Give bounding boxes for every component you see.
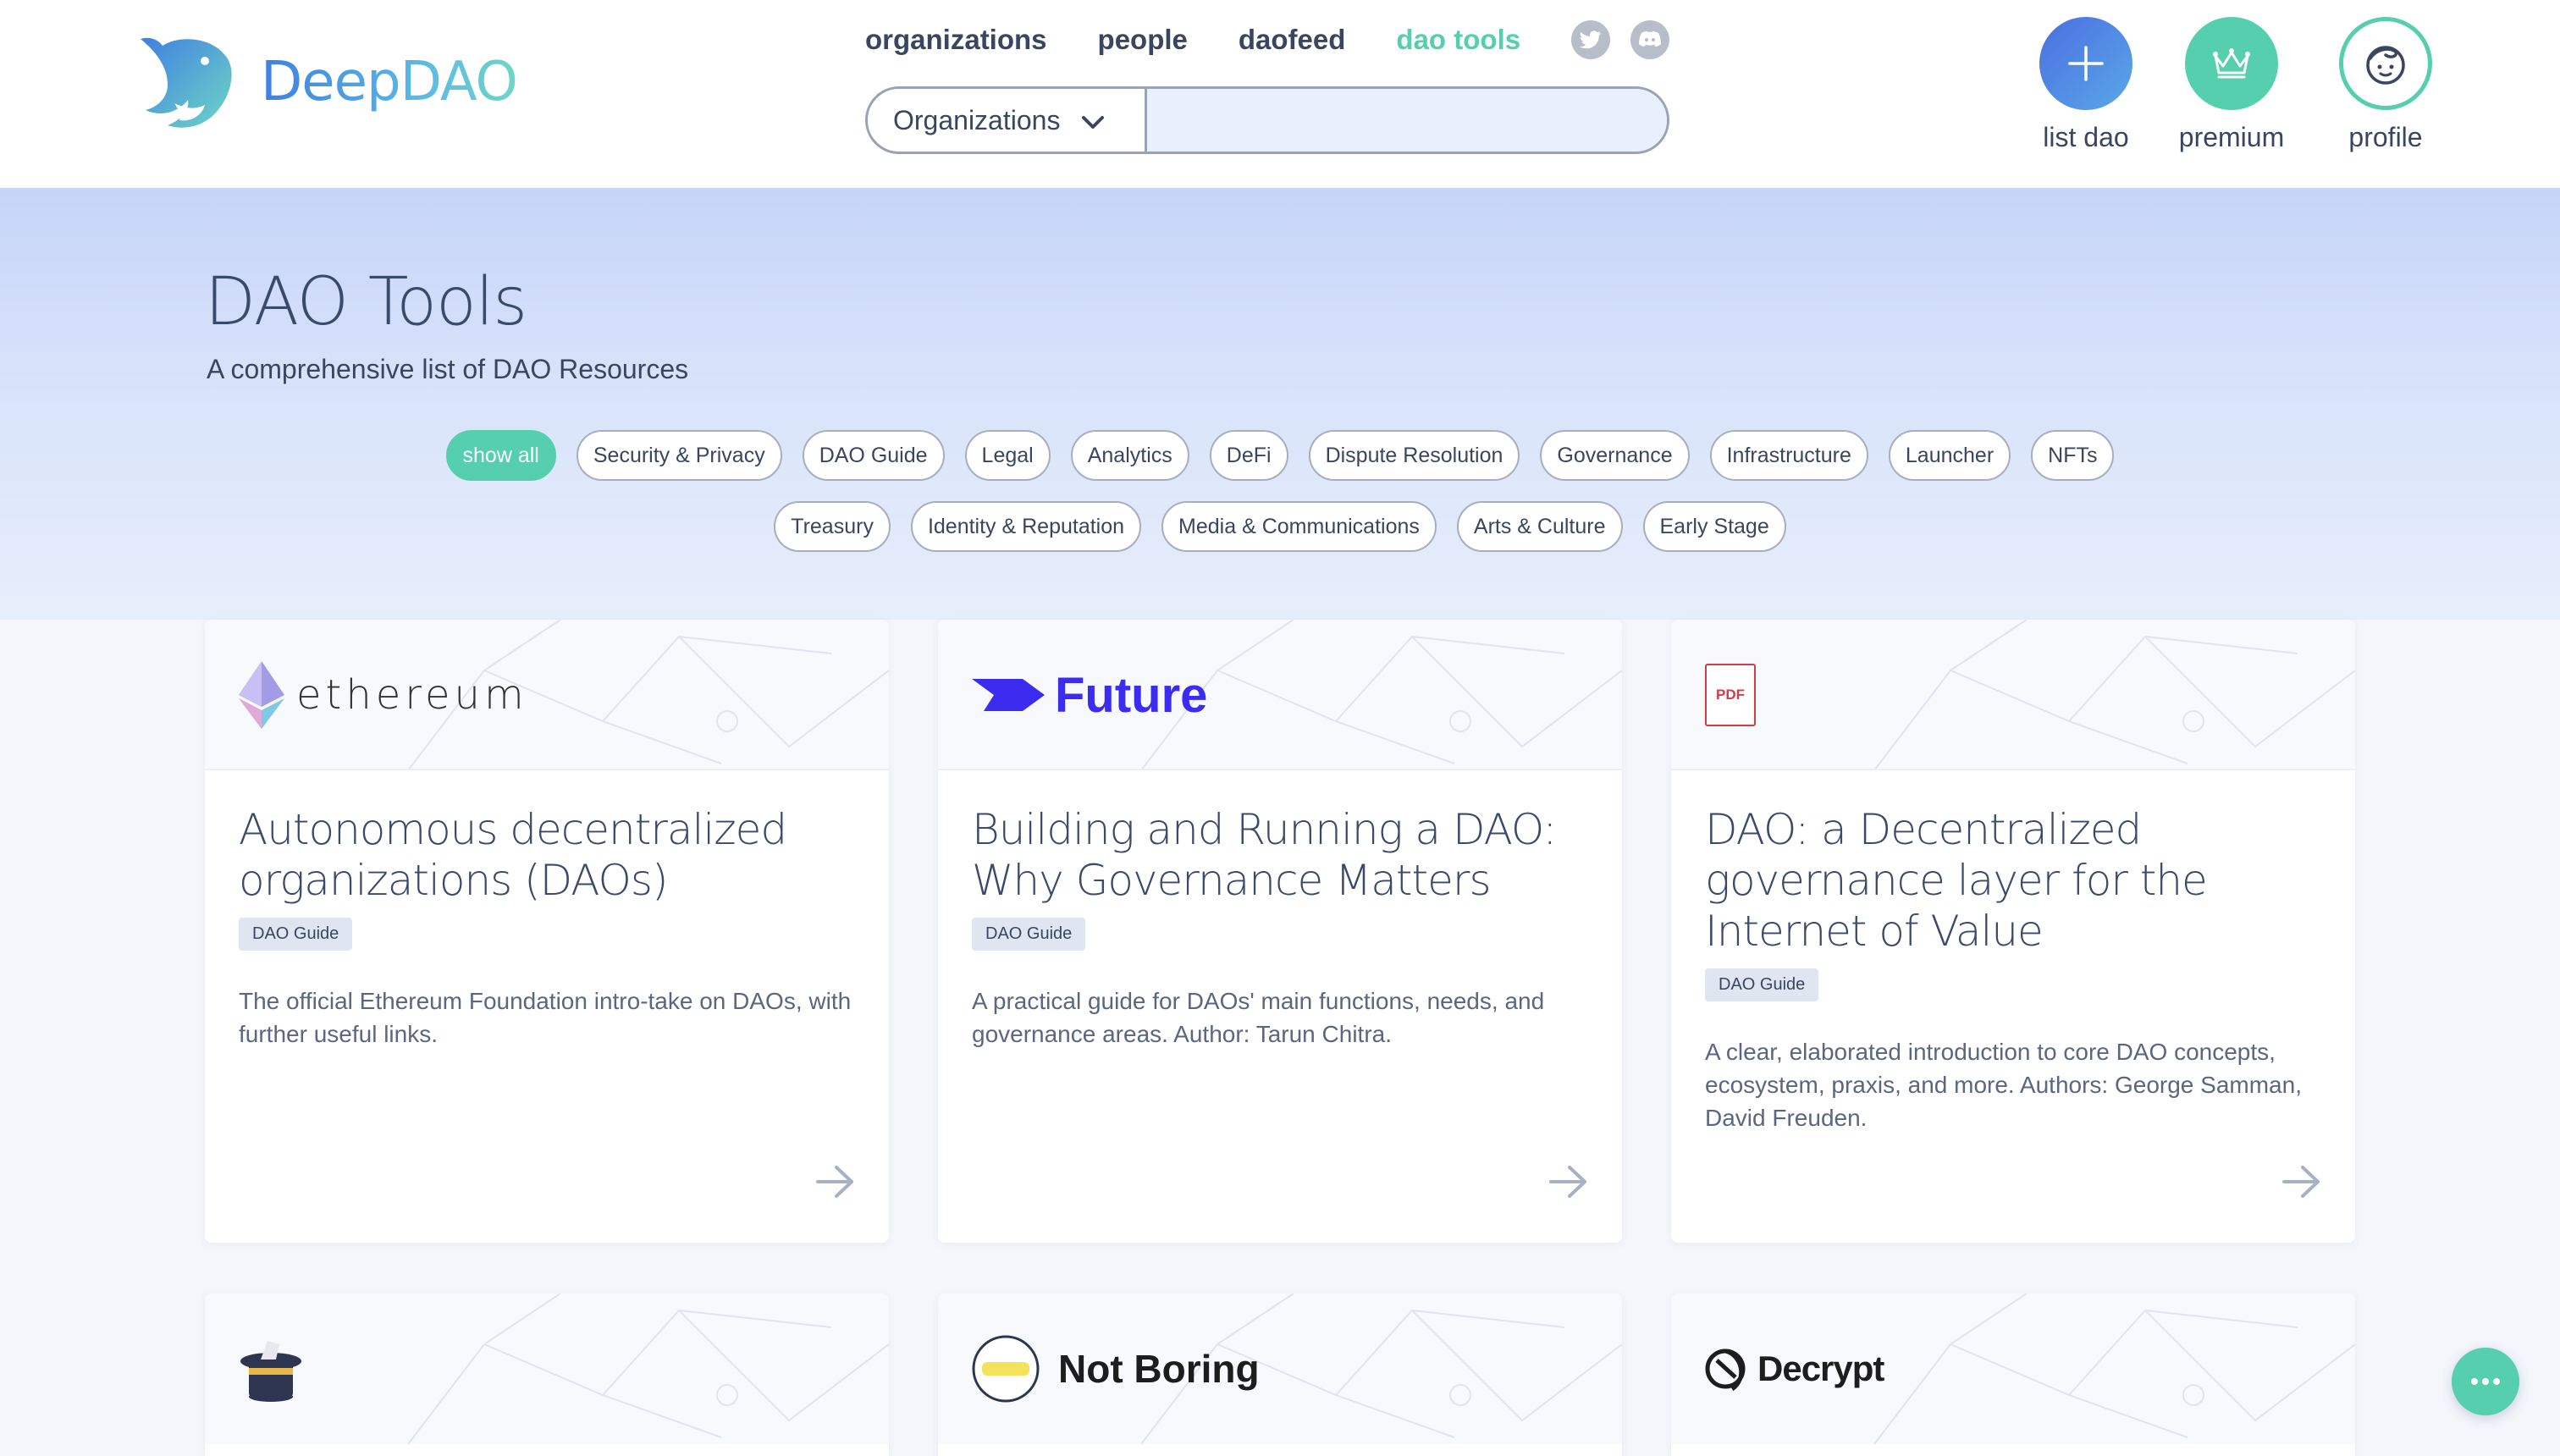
nav-people[interactable]: people <box>1098 24 1188 56</box>
page-subtitle: A comprehensive list of DAO Resources <box>207 354 689 384</box>
card-title: Building and Running a DAO: Why Governan… <box>972 805 1557 905</box>
source-name: Decrypt <box>1757 1348 1884 1388</box>
filter-dao-guide[interactable]: DAO Guide <box>802 430 945 481</box>
card-banner: PDF <box>1671 620 2355 770</box>
filter-arts-culture[interactable]: Arts & Culture <box>1456 501 1623 552</box>
resource-card[interactable]: Not Boring <box>938 1293 1622 1456</box>
profile-avatar-icon <box>2339 17 2432 110</box>
nav-daofeed[interactable]: daofeed <box>1239 24 1346 56</box>
dolphin-icon <box>141 37 232 128</box>
header-actions: list dao premium profile <box>2027 17 2453 153</box>
filter-early-stage[interactable]: Early Stage <box>1642 501 1786 552</box>
filter-dispute-resolution[interactable]: Dispute Resolution <box>1308 430 1520 481</box>
card-banner: ethereum <box>205 620 889 770</box>
search-bar: Organizations <box>865 86 1669 154</box>
premium-button[interactable]: premium <box>2164 17 2299 153</box>
resource-card[interactable]: ethereum Autonomous decentralized organi… <box>205 620 889 1243</box>
filter-identity-reputation[interactable]: Identity & Reputation <box>910 501 1142 552</box>
filter-launcher[interactable]: Launcher <box>1888 430 2011 481</box>
chat-button[interactable] <box>2452 1348 2519 1415</box>
magic-hat-logo <box>239 1293 303 1444</box>
resource-card[interactable]: Decrypt <box>1671 1293 2355 1456</box>
hero-section: DAO Tools A comprehensive list of DAO Re… <box>0 188 2560 620</box>
search-scope-value: Organizations <box>893 104 1061 135</box>
chevron-down-icon <box>1082 105 1105 136</box>
filter-tags-row-2: Treasury Identity & Reputation Media & C… <box>0 501 2560 552</box>
twitter-icon[interactable] <box>1571 20 1611 59</box>
search-input[interactable] <box>1147 89 1667 152</box>
main-nav: organizations people daofeed dao tools <box>865 20 1690 59</box>
decrypt-logo: Decrypt <box>1705 1293 1884 1444</box>
card-title: Autonomous decentralized organizations (… <box>239 805 787 905</box>
filter-legal[interactable]: Legal <box>964 430 1051 481</box>
card-description: The official Ethereum Foundation intro-t… <box>239 988 852 1047</box>
deepdao-logo[interactable]: DeepDAO <box>134 32 518 132</box>
card-banner <box>205 1293 889 1444</box>
profile-button[interactable]: profile <box>2318 17 2453 153</box>
arrow-right-icon[interactable] <box>816 1165 855 1202</box>
future-logo: Future <box>972 620 1208 769</box>
filter-defi[interactable]: DeFi <box>1209 430 1288 481</box>
card-tag[interactable]: DAO Guide <box>239 918 353 951</box>
pdf-icon: PDF <box>1705 620 1756 769</box>
source-name: Not Boring <box>1058 1347 1260 1391</box>
card-description: A clear, elaborated introduction to core… <box>1705 1039 2302 1131</box>
profile-label: profile <box>2348 122 2423 152</box>
card-description: A practical guide for DAOs' main functio… <box>972 988 1545 1047</box>
arrow-right-icon[interactable] <box>2282 1165 2321 1202</box>
source-name: PDF <box>1716 687 1745 703</box>
nav-organizations[interactable]: organizations <box>865 24 1047 56</box>
filter-infrastructure[interactable]: Infrastructure <box>1709 430 1868 481</box>
card-tag[interactable]: DAO Guide <box>1705 968 1819 1001</box>
premium-label: premium <box>2178 122 2285 152</box>
arrow-right-icon[interactable] <box>1549 1165 1588 1202</box>
card-banner: Decrypt <box>1671 1293 2355 1444</box>
ethereum-logo: ethereum <box>239 620 528 769</box>
discord-icon[interactable] <box>1630 20 1670 59</box>
filter-media-communications[interactable]: Media & Communications <box>1161 501 1437 552</box>
filter-analytics[interactable]: Analytics <box>1070 430 1189 481</box>
filter-governance[interactable]: Governance <box>1540 430 1690 481</box>
plus-icon <box>2039 17 2132 110</box>
list-dao-button[interactable]: list dao <box>2027 17 2145 153</box>
brand-name: DeepDAO <box>261 51 518 113</box>
filter-show-all[interactable]: show all <box>445 430 556 481</box>
search-scope-select[interactable]: Organizations <box>868 89 1147 152</box>
source-name: Future <box>1055 667 1208 723</box>
nav-dao-tools[interactable]: dao tools <box>1396 24 1520 56</box>
social-links <box>1571 20 1690 59</box>
filter-nfts[interactable]: NFTs <box>2031 430 2115 481</box>
filter-security-privacy[interactable]: Security & Privacy <box>576 430 782 481</box>
card-banner: Future <box>938 620 1622 770</box>
list-dao-label: list dao <box>2043 122 2129 152</box>
page-title: DAO Tools <box>205 264 527 340</box>
filter-treasury[interactable]: Treasury <box>774 501 891 552</box>
resource-card[interactable] <box>205 1293 889 1456</box>
source-name: ethereum <box>296 671 528 719</box>
not-boring-logo: Not Boring <box>972 1293 1260 1444</box>
ellipsis-icon <box>2471 1378 2500 1385</box>
crown-icon <box>2185 17 2278 110</box>
card-title: DAO: a Decentralized governance layer fo… <box>1705 805 2208 956</box>
card-tag[interactable]: DAO Guide <box>972 918 1086 951</box>
resource-card[interactable]: Future Building and Running a DAO: Why G… <box>938 620 1622 1243</box>
resource-card[interactable]: PDF DAO: a Decentralized governance laye… <box>1671 620 2355 1243</box>
top-header: DeepDAO organizations people daofeed dao… <box>0 0 2560 188</box>
card-banner: Not Boring <box>938 1293 1622 1444</box>
filter-tags-row-1: show all Security & Privacy DAO Guide Le… <box>0 430 2560 481</box>
